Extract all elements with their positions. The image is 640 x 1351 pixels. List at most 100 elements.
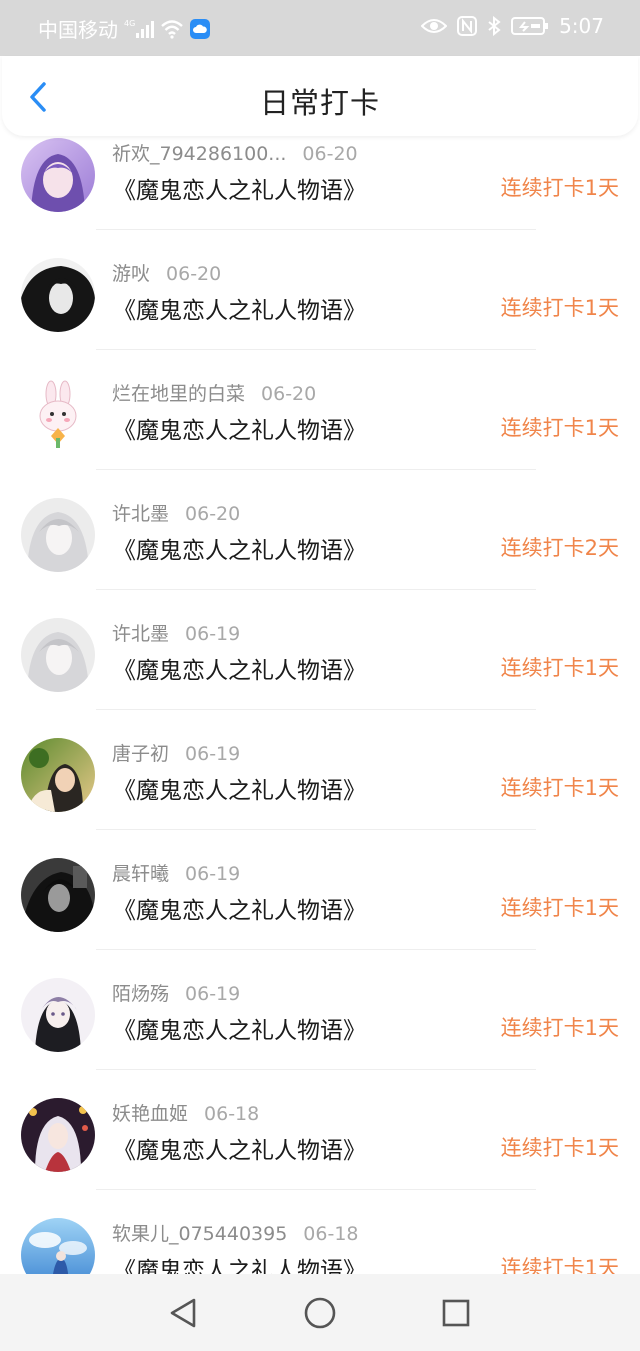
user-name[interactable]: 软果儿_075440395 (112, 1223, 287, 1245)
svg-text:4G: 4G (124, 19, 135, 28)
avatar[interactable] (21, 978, 95, 1052)
divider (96, 829, 536, 830)
user-name[interactable]: 晨轩曦 (112, 863, 169, 885)
checkin-row[interactable]: 软果儿_075440395 06-18 《魔鬼恋人之礼人物语》 连续打卡1天 (0, 1199, 640, 1274)
cloud-icon (190, 18, 210, 39)
streak-label: 连续打卡2天 (500, 536, 619, 560)
user-name[interactable]: 许北墨 (112, 623, 169, 645)
checkin-meta: 许北墨 06-20 (112, 499, 240, 526)
divider (96, 229, 536, 230)
checkin-meta: 软果儿_075440395 06-18 (112, 1219, 359, 1246)
clock: 5:07 (559, 14, 604, 38)
status-left: 中国移动 4G (38, 14, 210, 43)
checkin-meta: 陌炀殇 06-19 (112, 979, 240, 1006)
status-right: 5:07 (421, 14, 604, 38)
nav-back-button[interactable] (166, 1296, 200, 1330)
checkin-row[interactable]: 许北墨 06-19 《魔鬼恋人之礼人物语》 连续打卡1天 (0, 599, 640, 719)
user-name[interactable]: 游吙 (112, 263, 150, 285)
screen: 中国移动 4G 5:07 日常打卡 祈欢_794286100... 06-20 … (0, 0, 640, 1351)
user-name[interactable]: 烂在地里的白菜 (112, 383, 245, 405)
divider (96, 709, 536, 710)
divider (96, 349, 536, 350)
streak-label: 连续打卡1天 (500, 776, 619, 800)
avatar[interactable] (21, 378, 95, 452)
eye-icon (421, 17, 448, 35)
triangle-back-icon (170, 1298, 196, 1328)
streak-label: 连续打卡1天 (500, 176, 619, 200)
checkin-row[interactable]: 陌炀殇 06-19 《魔鬼恋人之礼人物语》 连续打卡1天 (0, 959, 640, 1079)
checkin-meta: 祈欢_794286100... 06-20 (112, 139, 358, 166)
book-title[interactable]: 《魔鬼恋人之礼人物语》 (113, 291, 366, 325)
status-bar: 中国移动 4G 5:07 (0, 0, 640, 56)
checkin-row[interactable]: 游吙 06-20 《魔鬼恋人之礼人物语》 连续打卡1天 (0, 239, 640, 359)
divider (96, 1069, 536, 1070)
user-name[interactable]: 唐子初 (112, 743, 169, 765)
divider (96, 589, 536, 590)
checkin-row[interactable]: 唐子初 06-19 《魔鬼恋人之礼人物语》 连续打卡1天 (0, 719, 640, 839)
book-title[interactable]: 《魔鬼恋人之礼人物语》 (113, 1011, 366, 1045)
book-title[interactable]: 《魔鬼恋人之礼人物语》 (113, 651, 366, 685)
checkin-meta: 许北墨 06-19 (112, 619, 240, 646)
page-title: 日常打卡 (259, 86, 380, 120)
signal-icon: 4G (124, 18, 154, 40)
circle-home-icon (304, 1297, 336, 1329)
user-name[interactable]: 祈欢_794286100... (112, 143, 286, 165)
streak-label: 连续打卡1天 (500, 1016, 619, 1040)
book-title[interactable]: 《魔鬼恋人之礼人物语》 (113, 171, 366, 205)
checkin-meta: 游吙 06-20 (112, 259, 221, 286)
divider (96, 949, 536, 950)
avatar[interactable] (21, 258, 95, 332)
streak-label: 连续打卡1天 (500, 296, 619, 320)
checkin-date: 06-19 (185, 863, 241, 885)
checkin-row[interactable]: 妖艳血姬 06-18 《魔鬼恋人之礼人物语》 连续打卡1天 (0, 1079, 640, 1199)
carrier-label: 中国移动 (38, 18, 118, 42)
checkin-list[interactable]: 祈欢_794286100... 06-20 《魔鬼恋人之礼人物语》 连续打卡1天 (0, 136, 640, 1274)
book-title[interactable]: 《魔鬼恋人之礼人物语》 (113, 1131, 366, 1165)
book-title[interactable]: 《魔鬼恋人之礼人物语》 (113, 531, 366, 565)
book-title[interactable]: 《魔鬼恋人之礼人物语》 (113, 891, 366, 925)
checkin-date: 06-19 (185, 983, 241, 1005)
checkin-date: 06-18 (204, 1103, 260, 1125)
book-title[interactable]: 《魔鬼恋人之礼人物语》 (113, 1251, 366, 1274)
checkin-date: 06-19 (185, 743, 241, 765)
checkin-date: 06-20 (185, 503, 241, 525)
app-header: 日常打卡 (2, 56, 638, 136)
checkin-meta: 唐子初 06-19 (112, 739, 240, 766)
divider (96, 1189, 536, 1190)
user-name[interactable]: 陌炀殇 (112, 983, 169, 1005)
checkin-date: 06-18 (303, 1223, 359, 1245)
avatar[interactable] (21, 498, 95, 572)
user-name[interactable]: 妖艳血姬 (112, 1103, 188, 1125)
streak-label: 连续打卡1天 (500, 416, 619, 440)
book-title[interactable]: 《魔鬼恋人之礼人物语》 (113, 411, 366, 445)
streak-label: 连续打卡1天 (500, 896, 619, 920)
streak-label: 连续打卡1天 (500, 1256, 619, 1274)
nfc-icon (457, 16, 478, 36)
avatar[interactable] (21, 618, 95, 692)
checkin-date: 06-20 (166, 263, 222, 285)
wifi-icon (160, 19, 184, 39)
avatar[interactable] (21, 858, 95, 932)
checkin-row[interactable]: 烂在地里的白菜 06-20 《魔鬼恋人之礼人物语》 连续打卡1天 (0, 359, 640, 479)
checkin-row[interactable]: 许北墨 06-20 《魔鬼恋人之礼人物语》 连续打卡2天 (0, 479, 640, 599)
checkin-row[interactable]: 祈欢_794286100... 06-20 《魔鬼恋人之礼人物语》 连续打卡1天 (0, 136, 640, 239)
checkin-meta: 妖艳血姬 06-18 (112, 1099, 259, 1126)
system-nav-bar (0, 1274, 640, 1351)
checkin-meta: 烂在地里的白菜 06-20 (112, 379, 316, 406)
streak-label: 连续打卡1天 (500, 1136, 619, 1160)
avatar[interactable] (21, 1218, 95, 1274)
avatar[interactable] (21, 738, 95, 812)
nav-recent-button[interactable] (439, 1296, 473, 1330)
avatar[interactable] (21, 1098, 95, 1172)
avatar[interactable] (21, 138, 95, 212)
checkin-row[interactable]: 晨轩曦 06-19 《魔鬼恋人之礼人物语》 连续打卡1天 (0, 839, 640, 959)
book-title[interactable]: 《魔鬼恋人之礼人物语》 (113, 771, 366, 805)
bluetooth-icon (487, 16, 501, 36)
divider (96, 469, 536, 470)
nav-home-button[interactable] (303, 1296, 337, 1330)
streak-label: 连续打卡1天 (500, 656, 619, 680)
user-name[interactable]: 许北墨 (112, 503, 169, 525)
checkin-meta: 晨轩曦 06-19 (112, 859, 240, 886)
checkin-date: 06-20 (261, 383, 317, 405)
checkin-date: 06-19 (185, 623, 241, 645)
